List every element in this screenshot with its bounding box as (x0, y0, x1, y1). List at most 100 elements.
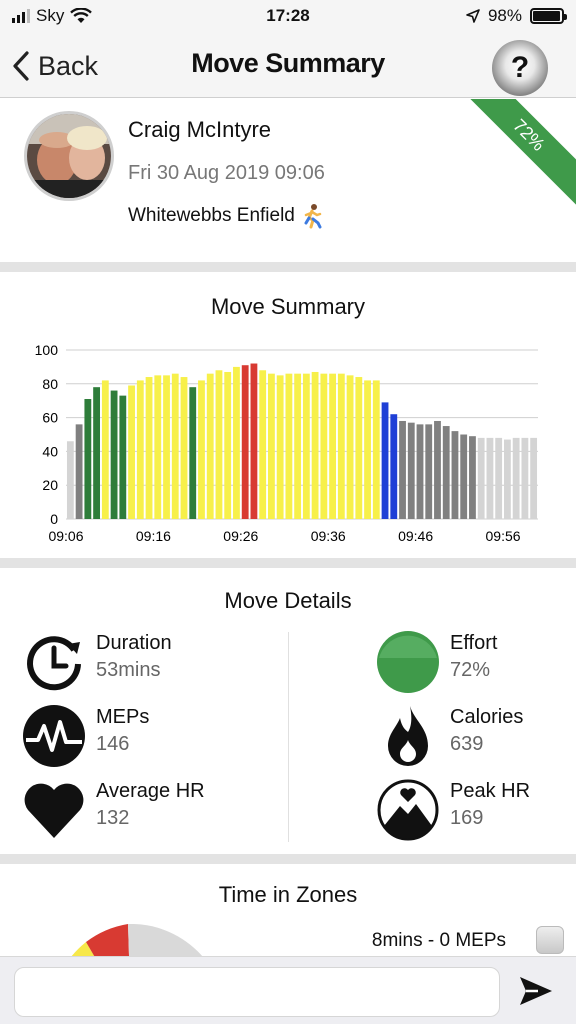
chart-bar (416, 424, 424, 519)
detail-meps: MEPs 146 (22, 704, 149, 768)
chart-bar (101, 380, 109, 519)
chart-x-tick-label: 09:56 (486, 528, 521, 544)
chart-bar (84, 399, 92, 519)
chart-bar (477, 437, 485, 519)
chart-bar (381, 402, 389, 519)
calories-label: Calories (450, 706, 524, 728)
chart-title: Move Summary (210, 294, 366, 319)
chart-bar (119, 395, 127, 519)
chart-bar (364, 380, 371, 519)
profile-card: Craig McIntyre Fri 30 Aug 2019 09:06 Whi… (0, 99, 576, 262)
move-summary-chart: 0 20 40 60 80 100 09:06 09:16 09:26 09:36 09:46 09… (35, 342, 538, 544)
user-name[interactable]: Craig McIntyre (128, 117, 271, 143)
duration-value: 53mins (96, 659, 161, 681)
chart-bar (451, 431, 459, 519)
chart-bar (355, 377, 363, 519)
chart-bar (136, 380, 144, 519)
chart-bar (171, 373, 179, 519)
chart-bar (180, 377, 188, 519)
chart-bar (93, 387, 100, 519)
chart-bar (372, 380, 380, 519)
chart-bar (302, 373, 310, 519)
chart-bar (530, 437, 538, 519)
location-label: Whitewebbs Enfield (128, 205, 295, 226)
chart-bar (399, 420, 406, 519)
mountain-heart-icon (377, 779, 439, 841)
chart-bar (512, 437, 520, 519)
move-location: Whitewebbs Enfield (128, 203, 325, 229)
flame-icon (388, 706, 428, 766)
battery-fill (533, 11, 561, 21)
details-title: Move Details (224, 588, 352, 613)
chart-x-tick-label: 09:46 (398, 528, 433, 544)
page-title: Move Summary (191, 48, 385, 78)
chart-x-tick-label: 09:26 (223, 528, 258, 544)
chart-bar (390, 414, 398, 519)
location-arrow-icon (466, 9, 480, 23)
calories-value: 639 (450, 733, 484, 755)
chart-bar (259, 370, 267, 519)
chart-bar (241, 365, 249, 519)
detail-calories: Calories 639 (376, 704, 523, 768)
time-in-zones: Time in Zones 8mins - 0 MEPs (0, 866, 576, 956)
detail-peak-hr: Peak HR 169 (376, 778, 530, 842)
effort-circle-icon (377, 631, 439, 693)
chart-bar (233, 366, 240, 519)
chart-bar (337, 373, 345, 519)
peak-hr-label: Peak HR (450, 780, 531, 802)
effort-ribbon-label: 72% (509, 115, 549, 155)
chart-bar (320, 373, 328, 519)
section-divider (0, 262, 576, 272)
runner-icon (304, 204, 322, 229)
chart-bar (163, 375, 170, 519)
chart-bar (215, 370, 223, 519)
chart-bar (268, 373, 275, 519)
chart-bar (434, 420, 441, 519)
chart-y-tick-label: 100 (35, 342, 59, 358)
effort-value: 72% (450, 659, 491, 681)
chart-bar (206, 373, 214, 519)
chart-bar (250, 363, 258, 519)
navigation-bar: Back Move Summary ? (0, 34, 576, 98)
help-button[interactable]: ? (492, 40, 548, 96)
chart-x-tick-label: 09:06 (48, 528, 83, 544)
zones-pie-chart (71, 924, 203, 956)
avatar[interactable] (24, 111, 114, 201)
stopwatch-icon (27, 636, 81, 691)
chart-y-tick-label: 20 (42, 477, 58, 493)
chart-bar (486, 437, 494, 519)
chart-bar (504, 439, 511, 519)
chart-bar (66, 441, 74, 519)
avatar-photo (27, 114, 111, 198)
chart-bar (198, 380, 205, 519)
chart-y-tick-label: 80 (42, 376, 58, 392)
chart-y-tick-label: 0 (50, 511, 58, 527)
battery-percent: 98% (487, 6, 522, 25)
status-right: 98% (466, 6, 567, 26)
detail-effort: Effort 72% (376, 630, 497, 694)
chart-bar (495, 437, 503, 519)
chart-x-tick-label: 09:16 (136, 528, 171, 544)
chart-bar (407, 422, 415, 519)
meps-label: MEPs (96, 706, 150, 728)
chart-bar (521, 437, 529, 519)
chart-bar (224, 371, 232, 519)
comment-input[interactable] (14, 967, 500, 1017)
chart-bar (329, 373, 336, 519)
duration-label: Duration (96, 632, 172, 654)
chart-bar (469, 436, 476, 519)
column-divider (288, 632, 289, 842)
chart-bar (189, 387, 197, 519)
status-bar: Sky 17:28 98% (0, 0, 576, 34)
zone-legend-item: 8mins - 0 MEPs (371, 930, 506, 951)
heart-icon (24, 783, 84, 838)
send-icon[interactable] (518, 973, 554, 1009)
detail-duration: Duration 53mins (22, 630, 172, 694)
zones-title: Time in Zones (218, 882, 358, 907)
chart-bar (110, 390, 118, 519)
meps-value: 146 (96, 733, 130, 755)
average-hr-value: 132 (96, 807, 130, 829)
heartbeat-icon (23, 705, 85, 767)
chart-bar (294, 373, 302, 519)
chart-bar (460, 434, 468, 519)
